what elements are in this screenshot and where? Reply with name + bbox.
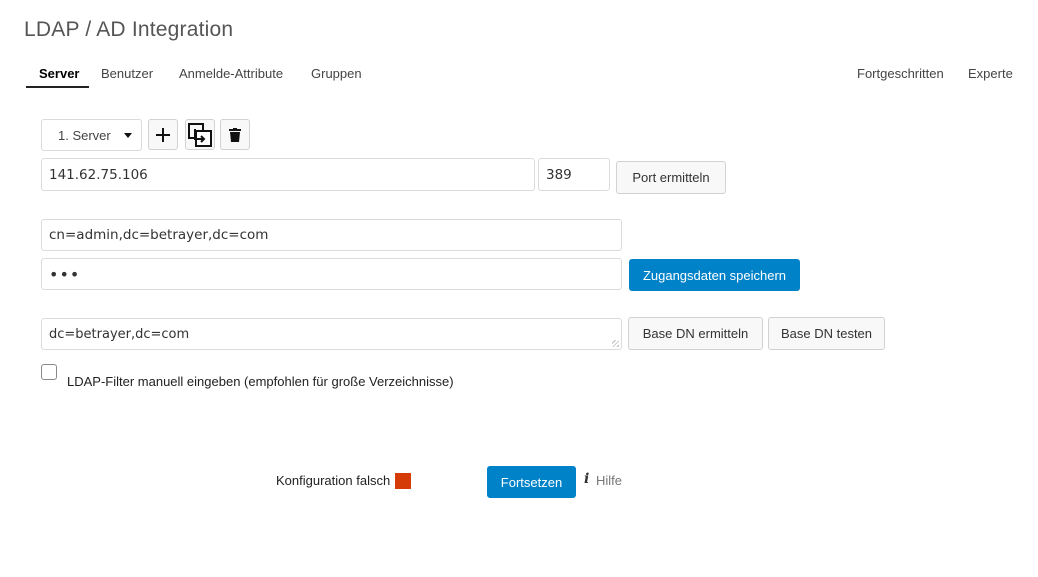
tab-anmelde-attribute[interactable]: Anmelde-Attribute [179,66,283,81]
tab-fortgeschritten[interactable]: Fortgeschritten [857,66,944,81]
plus-icon [156,127,170,142]
page-title: LDAP / AD Integration [24,18,234,41]
tab-benutzer[interactable]: Benutzer [101,66,153,81]
base-dn-textarea[interactable]: dc=betrayer,dc=com [41,318,622,350]
copy-config-button[interactable] [185,119,215,150]
server-select[interactable]: 1. Server [41,119,142,151]
base-dn-value: dc=betrayer,dc=com [49,326,190,342]
resize-grip-icon[interactable] [612,340,619,347]
continue-button[interactable]: Fortsetzen [487,466,576,498]
active-tab-indicator [26,86,89,88]
user-dn-input[interactable]: cn=admin,dc=betrayer,dc=com [41,219,622,251]
help-link[interactable]: Hilfe [596,473,622,488]
password-input[interactable]: ••• [41,258,622,290]
tab-gruppen[interactable]: Gruppen [311,66,362,81]
tab-server[interactable]: Server [39,66,79,81]
host-input[interactable]: 141.62.75.106 [41,158,535,191]
delete-server-button[interactable] [220,119,250,150]
info-icon[interactable]: i [584,471,589,487]
base-dn-test-button[interactable]: Base DN testen [768,317,885,350]
ldap-filter-checkbox[interactable] [41,364,57,380]
tab-experte[interactable]: Experte [968,66,1013,81]
config-status-text: Konfiguration falsch [276,473,391,488]
ldap-filter-label[interactable]: LDAP-Filter manuell eingeben (empfohlen … [67,374,454,389]
trash-icon [229,127,241,142]
status-indicator [395,473,411,489]
base-dn-detect-button[interactable]: Base DN ermitteln [628,317,763,350]
save-credentials-button[interactable]: Zugangsdaten speichern [629,259,800,291]
chevron-down-icon [124,133,132,138]
add-server-button[interactable] [148,119,178,150]
server-select-value: 1. Server [58,127,111,143]
port-input[interactable]: 389 [538,158,610,191]
port-detect-button[interactable]: Port ermitteln [616,161,726,194]
copy-config-icon [188,122,212,147]
